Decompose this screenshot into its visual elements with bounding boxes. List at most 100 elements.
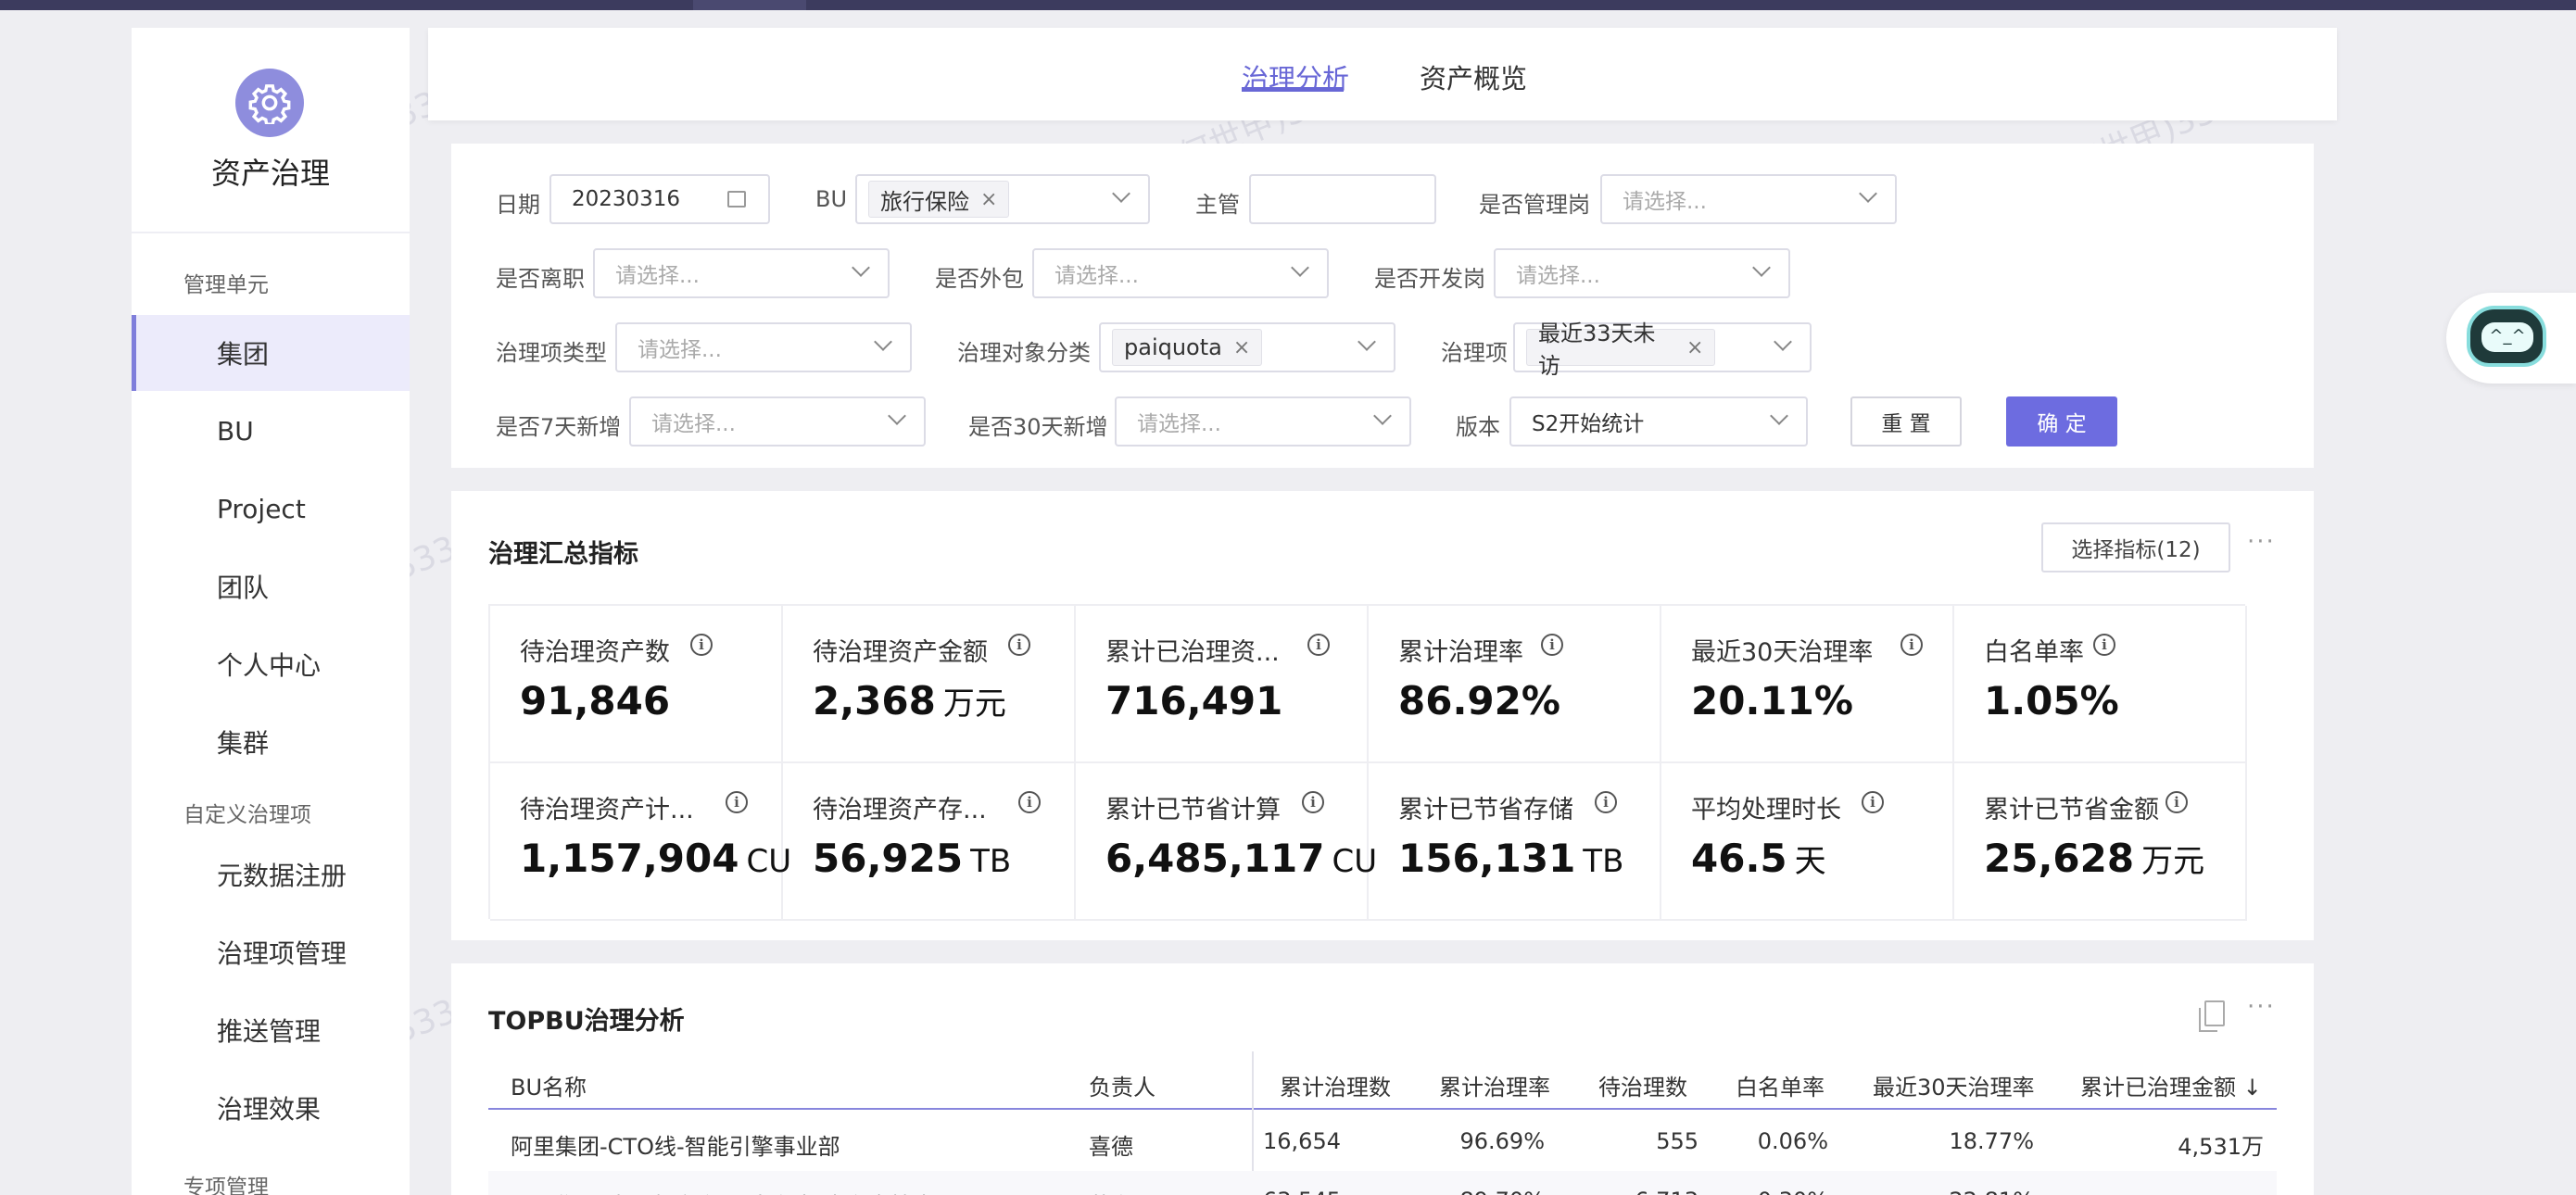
total-governed-cell: 16,654: [1263, 1128, 1341, 1154]
sidebar-item-governance-effect[interactable]: 治理效果: [132, 1070, 410, 1146]
column-header[interactable]: 最近30天治理率: [1873, 1069, 2035, 1101]
info-icon[interactable]: i: [1900, 634, 1923, 656]
sidebar-item-bu[interactable]: BU: [132, 393, 410, 469]
info-icon[interactable]: i: [2166, 791, 2188, 813]
total-governed-cell: 63,545: [1263, 1188, 1341, 1195]
metric-card: 累计已节省计算 i 6,485,117 CU: [1076, 763, 1377, 921]
info-icon[interactable]: i: [1862, 791, 1884, 813]
new-30d-select[interactable]: 请选择...: [1115, 396, 1411, 447]
bu-tag: 旅行保险 ×: [868, 181, 1010, 218]
sidebar-item-label: 治理效果: [217, 1094, 322, 1125]
metric-value: 2,368 万元: [813, 678, 1006, 723]
info-icon[interactable]: i: [1018, 791, 1041, 813]
placeholder: 请选择...: [1623, 190, 1707, 214]
reset-button[interactable]: 重 置: [1850, 396, 1962, 447]
bu-select[interactable]: 旅行保险 ×: [855, 174, 1150, 224]
info-icon[interactable]: i: [1302, 791, 1324, 813]
metric-value: 86.92%: [1398, 678, 1560, 723]
assistant-robot-button[interactable]: ^_^: [2446, 293, 2576, 384]
metric-value: 716,491: [1105, 678, 1283, 723]
info-icon[interactable]: i: [690, 634, 713, 656]
section-title: TOPBU治理分析: [488, 1007, 685, 1036]
whitelist-rate-cell: 0.30%: [1758, 1188, 1828, 1195]
more-icon[interactable]: ···: [2247, 993, 2276, 1021]
item-type-select[interactable]: 请选择...: [615, 322, 912, 372]
gear-icon[interactable]: [235, 69, 304, 137]
object-tag-label: paiquota: [1124, 334, 1222, 360]
governance-rate-cell: 89.70%: [1459, 1188, 1545, 1195]
sidebar-item-label: 元数据注册: [217, 861, 347, 891]
column-header[interactable]: 待治理数: [1598, 1069, 1687, 1101]
chevron-down-icon: [874, 333, 892, 351]
sidebar-item-group[interactable]: 集团: [132, 315, 410, 391]
info-icon[interactable]: i: [726, 791, 748, 813]
metric-label: 待治理资产存...: [813, 796, 987, 824]
new-7d-select[interactable]: 请选择...: [629, 396, 926, 447]
date-picker[interactable]: 20230316: [549, 174, 770, 224]
info-icon[interactable]: i: [1595, 791, 1617, 813]
sidebar-item-personal-center[interactable]: 个人中心: [132, 626, 410, 702]
more-icon[interactable]: ···: [2247, 528, 2276, 556]
robot-face: ^_^: [2481, 322, 2533, 352]
version-select[interactable]: S2开始统计: [1509, 396, 1808, 447]
resigned-select[interactable]: 请选择...: [593, 248, 890, 298]
column-header[interactable]: 白名单率: [1736, 1069, 1825, 1101]
sidebar-item-team[interactable]: 团队: [132, 548, 410, 624]
metric-label: 累计治理率: [1398, 638, 1523, 667]
info-icon[interactable]: i: [1541, 634, 1563, 656]
item-type-label: 治理项类型: [496, 340, 607, 366]
select-metrics-button[interactable]: 选择指标(12): [2041, 522, 2230, 572]
governance-item-tag: 最近33天未访 ×: [1526, 321, 1716, 379]
tab-asset-overview[interactable]: 资产概览: [1420, 57, 1527, 96]
metric-card: 累计已节省存储 i 156,131 TB: [1369, 763, 1661, 921]
owner-cell: 喜德: [1089, 1134, 1133, 1160]
table-row[interactable]: 阿里集团-CTO线-智能引擎事业部 喜德 16,654 96.69% 555 0…: [488, 1112, 2277, 1171]
owner-input[interactable]: [1249, 174, 1436, 224]
object-category-select[interactable]: paiquota ×: [1099, 322, 1395, 372]
version-value: S2开始统计: [1532, 412, 1645, 436]
metric-label: 待治理资产金额: [813, 638, 988, 667]
governance-summary-card: 治理汇总指标 选择指标(12) ··· 待治理资产数 i 91,846 待治理资…: [451, 491, 2314, 940]
copy-icon[interactable]: [2199, 1000, 2225, 1032]
is-manager-select[interactable]: 请选择...: [1600, 174, 1897, 224]
filter-panel: 日期 20230316 BU 旅行保险 × 主管 是否管理岗 请选择... 是否离…: [451, 144, 2314, 468]
info-icon[interactable]: i: [2093, 634, 2115, 656]
placeholder: 请选择...: [615, 264, 700, 288]
metric-value: 25,628 万元: [1984, 836, 2205, 881]
sidebar-item-label: 团队: [217, 572, 270, 603]
close-icon[interactable]: ×: [1686, 336, 1703, 359]
metric-value: 1.05%: [1984, 678, 2119, 723]
sidebar-item-metadata-register[interactable]: 元数据注册: [132, 836, 410, 912]
info-icon[interactable]: i: [1008, 634, 1030, 656]
metric-label: 累计已节省金额: [1984, 796, 2159, 824]
close-icon[interactable]: ×: [980, 188, 997, 211]
column-header[interactable]: 负责人: [1089, 1069, 1155, 1101]
sidebar-item-label: 集团: [217, 339, 270, 370]
table-row[interactable]: 阿里集团-中国数字产业-大淘宝-大淘宝技术 苏海 63,545 89.70% 6…: [488, 1171, 2277, 1195]
metric-card: 待治理资产计... i 1,157,904 CU: [490, 763, 791, 921]
placeholder: 请选择...: [1137, 412, 1221, 436]
column-header[interactable]: 累计治理率: [1439, 1069, 1550, 1101]
bu-label: BU: [815, 186, 848, 212]
confirm-button[interactable]: 确 定: [2006, 396, 2117, 447]
info-icon[interactable]: i: [1307, 634, 1330, 656]
column-header-sortable[interactable]: 累计已治理金额 ↓: [2080, 1069, 2262, 1101]
column-header[interactable]: 累计治理数: [1280, 1069, 1391, 1101]
governance-item-select[interactable]: 最近33天未访 ×: [1513, 321, 1812, 379]
metric-card: 白名单率 i 1.05%: [1954, 606, 2247, 763]
metric-label: 最近30天治理率: [1691, 638, 1874, 667]
sidebar-item-governance-item-mgmt[interactable]: 治理项管理: [132, 914, 410, 990]
sidebar-item-project[interactable]: Project: [132, 471, 410, 547]
metric-value: 46.5 天: [1691, 836, 1826, 881]
sidebar-item-cluster[interactable]: 集群: [132, 704, 410, 780]
app-title: 资产治理: [210, 156, 330, 191]
close-icon[interactable]: ×: [1233, 336, 1250, 359]
outsourced-label: 是否外包: [935, 266, 1024, 292]
sidebar-item-push-mgmt[interactable]: 推送管理: [132, 992, 410, 1068]
metric-card: 累计已治理资... i 716,491: [1076, 606, 1369, 763]
outsourced-select[interactable]: 请选择...: [1032, 248, 1329, 298]
dev-select[interactable]: 请选择...: [1494, 248, 1790, 298]
whitelist-rate-cell: 0.06%: [1757, 1128, 1828, 1154]
column-header[interactable]: BU名称: [511, 1069, 587, 1101]
metric-value: 6,485,117 CU: [1105, 836, 1378, 881]
